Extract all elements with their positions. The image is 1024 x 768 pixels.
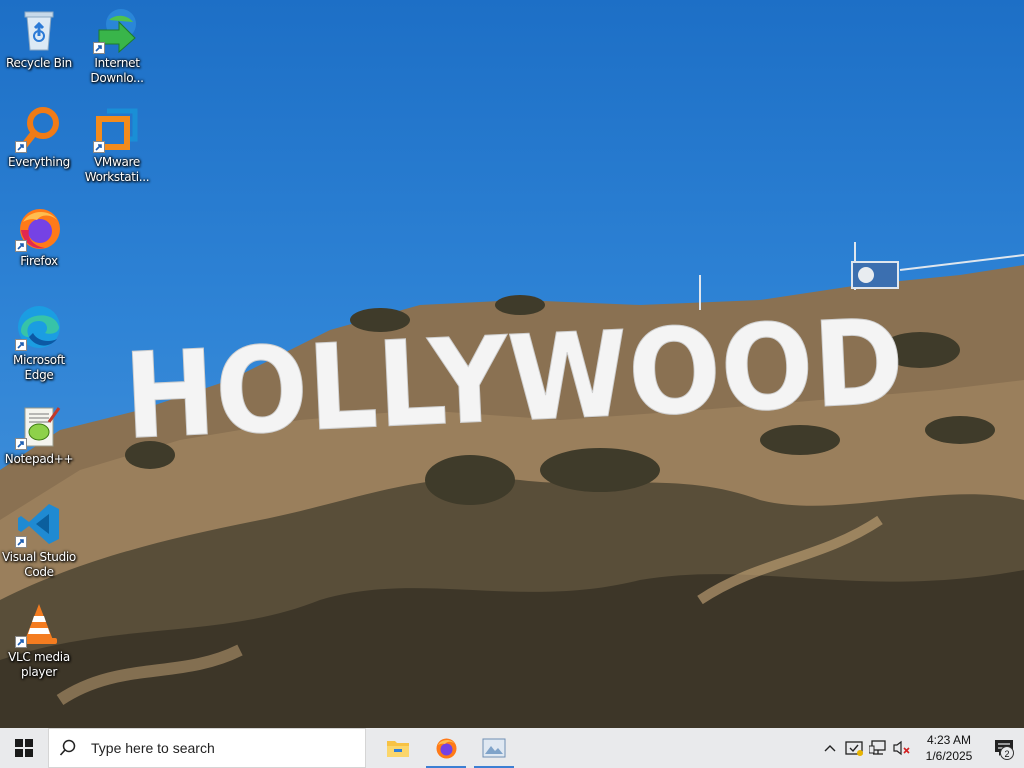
desktop-icon-visual-studio-code[interactable]: Visual Studio Code [2,500,76,580]
clock-time: 4:23 AM [926,733,972,747]
desktop-icon-label: Firefox [20,254,58,268]
desktop-icon-label: Visual Studio Code [2,550,76,579]
recycle-bin-icon [15,6,63,54]
vmware-workstation-icon [93,105,141,153]
desktop-icon-recycle-bin[interactable]: Recycle Bin [2,6,76,71]
tray-security[interactable] [842,728,866,768]
internet-download-manager-icon [93,6,141,54]
action-center-button[interactable]: 2 [984,728,1024,768]
taskbar-search-box[interactable] [48,728,366,768]
firefox-icon [15,204,63,252]
network-icon [869,740,886,755]
windows-logo-icon [15,739,33,757]
taskbar-app-file-explorer[interactable] [374,728,422,768]
desktop-icon-label: Recycle Bin [6,56,72,70]
shortcut-arrow-icon [15,240,27,252]
shortcut-arrow-icon [15,438,27,450]
notepad-plus-plus-icon [15,402,63,450]
taskbar-app-firefox[interactable] [422,728,470,768]
desktop-icon-label: Microsoft Edge [13,353,65,382]
shortcut-arrow-icon [93,141,105,153]
search-icon [59,739,79,757]
desktop-icon-vmware-workstation[interactable]: VMware Workstati... [80,105,154,185]
taskbar-pinned-apps [374,728,518,768]
shortcut-arrow-icon [15,141,27,153]
shortcut-arrow-icon [15,536,27,548]
show-hidden-icons-button[interactable] [818,728,842,768]
desktop-icon-notepad-plus-plus[interactable]: Notepad++ [2,402,76,467]
desktop-icon-microsoft-edge[interactable]: Microsoft Edge [2,303,76,383]
desktop-icon-vlc-media-player[interactable]: VLC media player [2,600,76,680]
start-button[interactable] [0,728,48,768]
chevron-up-icon [824,745,836,752]
taskbar: 4:23 AM 1/6/2025 2 [0,728,1024,768]
photos-icon [482,738,506,758]
security-icon [845,741,863,756]
firefox-icon [436,738,457,759]
shortcut-arrow-icon [93,42,105,54]
system-tray: 4:23 AM 1/6/2025 2 [818,728,1024,768]
volume-muted-icon [893,740,910,756]
desktop-icon-firefox[interactable]: Firefox [2,204,76,269]
tray-volume[interactable] [890,728,914,768]
clock-date: 1/6/2025 [925,749,973,763]
desktop-icon-label: VMware Workstati... [84,155,150,184]
notification-count-badge: 2 [1000,746,1014,760]
vscode-icon [15,500,63,548]
desktop-icon-label: VLC media player [8,650,70,679]
desktop-icon-label: Notepad++ [4,452,74,466]
vlc-icon [15,600,63,648]
shortcut-arrow-icon [15,636,27,648]
desktop-icon-everything[interactable]: Everything [2,105,76,170]
taskbar-app-photos[interactable] [470,728,518,768]
desktop-icon-label: Everything [8,155,70,169]
everything-search-icon [15,105,63,153]
tray-network[interactable] [866,728,890,768]
file-explorer-icon [387,741,409,757]
taskbar-clock[interactable]: 4:23 AM 1/6/2025 [914,732,984,764]
desktop-icon-internet-download-manager[interactable]: Internet Downlo... [80,6,154,86]
edge-icon [15,303,63,351]
desktop-icon-label: Internet Downlo... [90,56,144,85]
shortcut-arrow-icon [15,339,27,351]
search-input[interactable] [89,739,353,757]
